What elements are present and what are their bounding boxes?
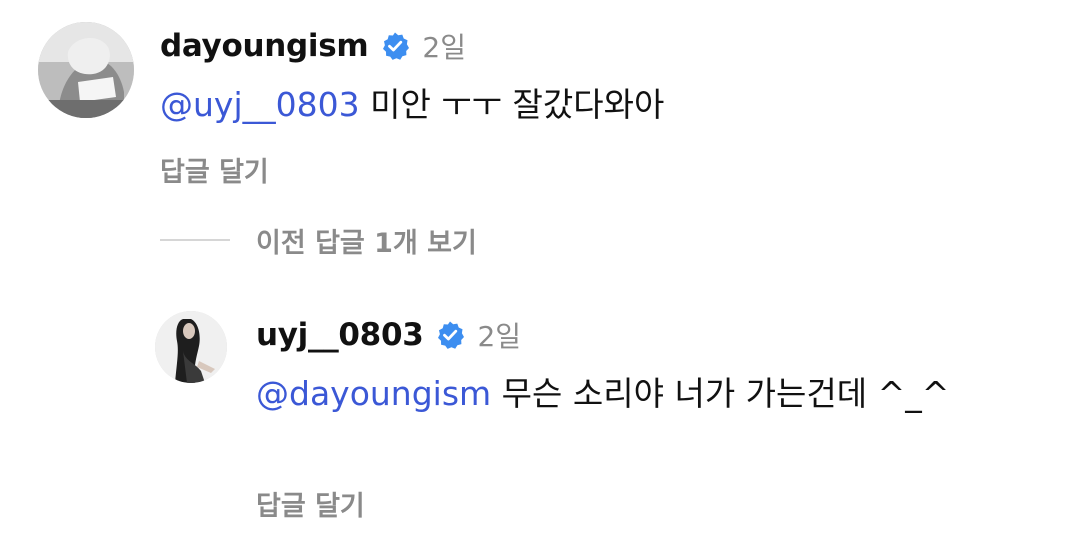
mention-link[interactable]: @uyj__0803	[160, 85, 360, 124]
reply-text: 무슨 소리야 너가 가는건데 ^_^	[491, 374, 950, 413]
reply-header: uyj__0803 2일	[256, 315, 521, 355]
reply-button[interactable]: 답글 달기	[160, 150, 269, 189]
reply-username[interactable]: uyj__0803	[256, 317, 424, 353]
commenter-username[interactable]: dayoungism	[160, 28, 369, 64]
view-previous-replies-button[interactable]: 이전 답글 1개 보기	[160, 220, 477, 260]
verified-badge-icon	[380, 31, 410, 61]
commenter-avatar[interactable]	[38, 22, 134, 118]
profile-photo-icon	[38, 22, 134, 118]
view-replies-label: 이전 답글 1개 보기	[256, 227, 477, 259]
comment-text: 미안 ㅜㅜ 잘갔다와아	[359, 85, 665, 124]
verified-badge-icon	[435, 320, 465, 350]
reply-button[interactable]: 답글 달기	[256, 484, 365, 523]
divider-line	[160, 239, 230, 241]
comment-header: dayoungism 2일	[160, 26, 466, 66]
reply-avatar[interactable]	[155, 311, 227, 383]
profile-photo-icon	[155, 311, 227, 383]
comment-body: @uyj__0803 미안 ㅜㅜ 잘갔다와아	[160, 81, 1060, 129]
comment-timestamp: 2일	[422, 31, 466, 64]
reply-body: @dayoungism 무슨 소리야 너가 가는건데 ^_^	[256, 370, 1016, 418]
reply-timestamp: 2일	[477, 320, 522, 353]
mention-link[interactable]: @dayoungism	[256, 374, 491, 413]
